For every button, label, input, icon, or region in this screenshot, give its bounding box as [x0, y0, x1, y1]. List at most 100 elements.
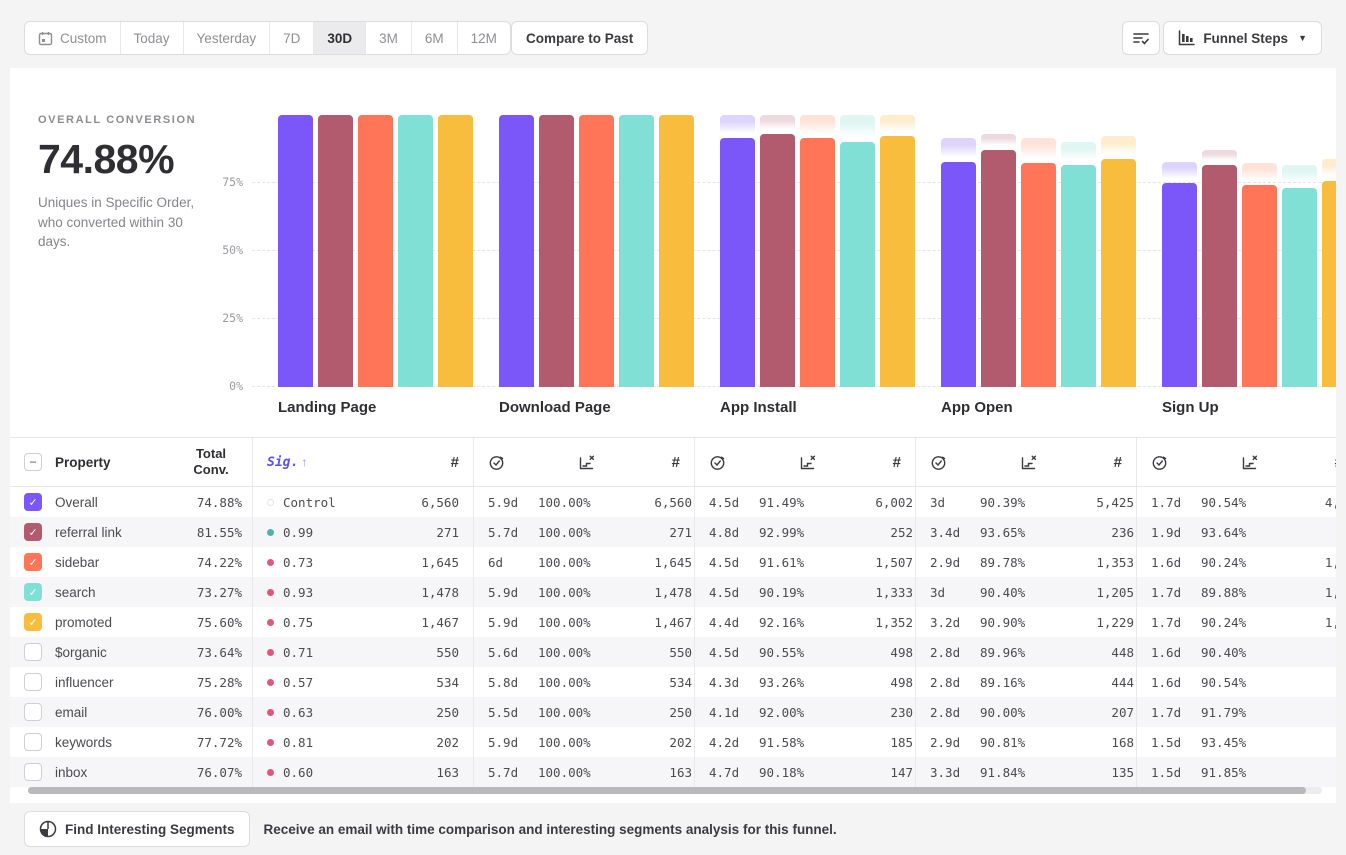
bar-segment-converted[interactable] — [398, 115, 433, 387]
bar-segment-dropoff[interactable] — [1061, 142, 1096, 162]
funnel-bar-sidebar[interactable] — [358, 115, 393, 387]
bar-segment-dropoff[interactable] — [1162, 162, 1197, 179]
row-checkbox[interactable]: ✓ — [24, 523, 42, 541]
sig-column-header[interactable]: Sig.↑ — [253, 455, 307, 470]
funnel-bar-overall[interactable] — [941, 115, 976, 387]
bar-segment-converted[interactable] — [941, 162, 976, 387]
bar-segment-converted[interactable] — [880, 136, 915, 387]
date-range-30d[interactable]: 30D — [314, 22, 366, 54]
date-range-yesterday[interactable]: Yesterday — [184, 22, 271, 54]
bar-segment-dropoff[interactable] — [1202, 150, 1237, 161]
row-checkbox[interactable] — [24, 673, 42, 691]
bar-segment-converted[interactable] — [619, 115, 654, 387]
conversion-rate-column-header-icon[interactable] — [578, 454, 596, 471]
avg-time-column-header-icon[interactable] — [916, 454, 947, 471]
avg-time-column-header-icon[interactable] — [1137, 454, 1168, 471]
bar-segment-converted[interactable] — [278, 115, 313, 387]
funnel-bar-overall[interactable] — [720, 115, 755, 387]
funnel-bar-overall[interactable] — [1162, 115, 1197, 387]
row-checkbox[interactable] — [24, 643, 42, 661]
count-column-header[interactable]: # — [672, 454, 694, 471]
row-checkbox[interactable]: ✓ — [24, 613, 42, 631]
bar-segment-converted[interactable] — [981, 150, 1016, 387]
date-range-3m[interactable]: 3M — [366, 22, 412, 54]
date-range-7d[interactable]: 7D — [270, 22, 314, 54]
count-column-header[interactable]: # — [1114, 454, 1136, 471]
bar-segment-converted[interactable] — [659, 115, 694, 387]
bar-segment-dropoff[interactable] — [840, 115, 875, 138]
bar-segment-converted[interactable] — [1322, 181, 1336, 387]
horizontal-scrollbar-thumb[interactable] — [28, 787, 1306, 794]
funnel-bar-overall[interactable] — [278, 115, 313, 387]
funnel-bar-sidebar[interactable] — [579, 115, 614, 387]
funnel-bar-referral-link[interactable] — [318, 115, 353, 387]
bar-segment-dropoff[interactable] — [800, 115, 835, 134]
bar-segment-dropoff[interactable] — [941, 138, 976, 158]
row-checkbox[interactable]: ✓ — [24, 553, 42, 571]
count-column-header[interactable]: # — [893, 454, 915, 471]
funnel-steps-dropdown[interactable]: Funnel Steps ▼ — [1163, 21, 1322, 55]
row-checkbox[interactable]: ✓ — [24, 583, 42, 601]
bar-segment-dropoff[interactable] — [880, 115, 915, 132]
row-checkbox[interactable] — [24, 763, 42, 781]
bar-segment-converted[interactable] — [1162, 183, 1197, 387]
date-range-6m[interactable]: 6M — [412, 22, 458, 54]
conversion-rate-column-header-icon[interactable] — [1241, 454, 1259, 471]
funnel-bar-referral-link[interactable] — [760, 115, 795, 387]
bar-segment-converted[interactable] — [840, 142, 875, 387]
date-range-12m[interactable]: 12M — [458, 22, 510, 54]
horizontal-scrollbar[interactable] — [28, 787, 1322, 794]
funnel-bar-referral-link[interactable] — [981, 115, 1016, 387]
row-checkbox[interactable] — [24, 703, 42, 721]
select-all-checkbox[interactable]: − — [24, 453, 42, 471]
bar-segment-dropoff[interactable] — [1282, 165, 1317, 183]
bar-segment-converted[interactable] — [720, 138, 755, 387]
funnel-bar-sidebar[interactable] — [800, 115, 835, 387]
bar-segment-converted[interactable] — [1061, 165, 1096, 387]
funnel-bar-promoted[interactable] — [1322, 115, 1336, 387]
compare-to-past-button[interactable]: Compare to Past — [511, 21, 648, 55]
funnel-bar-referral-link[interactable] — [539, 115, 574, 387]
bar-segment-dropoff[interactable] — [1101, 136, 1136, 155]
bar-segment-converted[interactable] — [1021, 163, 1056, 387]
bar-segment-converted[interactable] — [499, 115, 534, 387]
avg-time-column-header-icon[interactable] — [474, 454, 505, 471]
bar-segment-dropoff[interactable] — [1021, 138, 1056, 159]
funnel-bar-promoted[interactable] — [1101, 115, 1136, 387]
date-range-today[interactable]: Today — [121, 22, 184, 54]
bar-segment-dropoff[interactable] — [981, 134, 1016, 146]
row-checkbox[interactable]: ✓ — [24, 493, 42, 511]
funnel-bar-search[interactable] — [840, 115, 875, 387]
funnel-bar-sidebar[interactable] — [1021, 115, 1056, 387]
conversion-rate-column-header-icon[interactable] — [1020, 454, 1038, 471]
bar-segment-converted[interactable] — [1202, 165, 1237, 387]
conversion-rate-column-header-icon[interactable] — [799, 454, 817, 471]
bar-segment-converted[interactable] — [539, 115, 574, 387]
date-range-custom[interactable]: Custom — [25, 22, 121, 54]
funnel-bar-promoted[interactable] — [880, 115, 915, 387]
row-checkbox[interactable] — [24, 733, 42, 751]
bar-segment-dropoff[interactable] — [1242, 163, 1277, 181]
funnel-bar-search[interactable] — [1061, 115, 1096, 387]
funnel-bar-referral-link[interactable] — [1202, 115, 1237, 387]
funnel-bar-promoted[interactable] — [659, 115, 694, 387]
funnel-bar-overall[interactable] — [499, 115, 534, 387]
funnel-bar-search[interactable] — [619, 115, 654, 387]
funnel-bar-search[interactable] — [398, 115, 433, 387]
bar-segment-converted[interactable] — [579, 115, 614, 387]
bar-segment-converted[interactable] — [1282, 188, 1317, 387]
bar-segment-converted[interactable] — [318, 115, 353, 387]
bar-segment-converted[interactable] — [1242, 185, 1277, 387]
bar-segment-dropoff[interactable] — [1322, 159, 1336, 177]
view-options-button[interactable] — [1122, 21, 1160, 55]
bar-segment-converted[interactable] — [358, 115, 393, 387]
funnel-bar-search[interactable] — [1282, 115, 1317, 387]
bar-segment-converted[interactable] — [438, 115, 473, 387]
funnel-bar-sidebar[interactable] — [1242, 115, 1277, 387]
count-column-header[interactable]: # — [1335, 454, 1336, 471]
bar-segment-dropoff[interactable] — [720, 115, 755, 134]
count-column-header[interactable]: # — [451, 454, 473, 471]
find-interesting-segments-button[interactable]: Find Interesting Segments — [24, 811, 250, 847]
bar-segment-converted[interactable] — [1101, 159, 1136, 387]
bar-segment-converted[interactable] — [800, 138, 835, 387]
